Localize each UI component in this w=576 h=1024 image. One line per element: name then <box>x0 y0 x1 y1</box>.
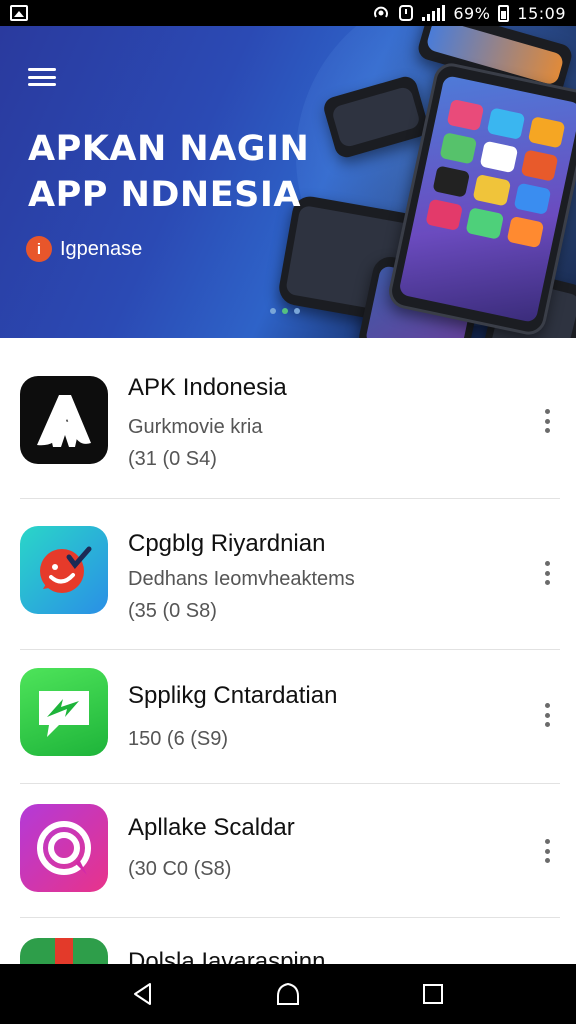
app-subtitle: Dedhans Ieomvheaktems <box>128 568 355 590</box>
target-swirl-icon <box>20 804 108 892</box>
banner-title-line2: APP NDNESIA <box>28 175 301 215</box>
app-name: Apllake Scaldar <box>128 814 295 841</box>
list-item[interactable]: Cpgblg Riyardnian Dedhans Ieomvheaktems … <box>0 500 576 650</box>
back-icon[interactable] <box>123 974 163 1014</box>
battery-icon <box>498 4 510 22</box>
app-list: APK Indonesia Gurkmovie kria (31 (0 S4) … <box>0 338 576 964</box>
app-name: Cpgblg Riyardnian <box>128 530 326 557</box>
hero-banner[interactable]: APKAN NAGIN APP NDNESIA i Igpenase <box>0 26 576 338</box>
list-item[interactable]: Spplikg Cntardatian 150 (6 (S9) <box>0 650 576 784</box>
more-options-icon[interactable] <box>538 558 556 588</box>
app-name: Dolsla Iavaraspinn <box>128 948 326 964</box>
banner-brand: i Igpenase <box>26 236 142 262</box>
app-subtitle: Gurkmovie kria <box>128 416 263 438</box>
brand-name: Igpenase <box>60 237 143 260</box>
menu-button[interactable] <box>28 66 56 88</box>
list-item[interactable]: Apllake Scaldar (30 C0 (S8) <box>0 784 576 918</box>
carousel-dot[interactable] <box>270 308 276 314</box>
carousel-dot-active[interactable] <box>282 308 288 314</box>
more-options-icon[interactable] <box>538 700 556 730</box>
banner-title-line1: APKAN NAGIN <box>28 129 310 169</box>
signal-icon <box>422 5 446 21</box>
status-bar: 69% 15:09 <box>0 0 576 26</box>
app-meta: 150 (6 (S9) <box>128 728 229 750</box>
divider <box>20 498 560 499</box>
partial-app-icon <box>20 938 108 964</box>
home-icon[interactable] <box>268 974 308 1014</box>
carousel-indicator <box>270 308 300 314</box>
recents-icon[interactable] <box>413 974 453 1014</box>
list-item[interactable]: APK Indonesia Gurkmovie kria (31 (0 S4) <box>0 338 576 500</box>
battery-percent: 69% <box>453 3 491 23</box>
clock: 15:09 <box>517 3 566 23</box>
apk-logo-icon <box>20 376 108 464</box>
more-options-icon[interactable] <box>538 406 556 436</box>
app-name: Spplikg Cntardatian <box>128 682 338 709</box>
app-meta: (35 (0 S8) <box>128 600 217 622</box>
message-arrow-icon <box>20 668 108 756</box>
app-meta: (31 (0 S4) <box>128 448 217 470</box>
system-navigation-bar <box>0 964 576 1024</box>
more-options-icon[interactable] <box>538 836 556 866</box>
gallery-icon <box>10 5 28 21</box>
banner-title: APKAN NAGIN APP NDNESIA <box>28 126 309 218</box>
app-meta: (30 C0 (S8) <box>128 858 232 880</box>
brand-logo-icon: i <box>26 236 52 262</box>
alarm-icon <box>399 5 414 21</box>
app-name: APK Indonesia <box>128 374 287 401</box>
list-item[interactable]: Dolsla Iavaraspinn <box>0 918 576 964</box>
carousel-dot[interactable] <box>294 308 300 314</box>
chat-bubble-face-icon <box>20 526 108 614</box>
hotspot-icon <box>374 6 389 18</box>
